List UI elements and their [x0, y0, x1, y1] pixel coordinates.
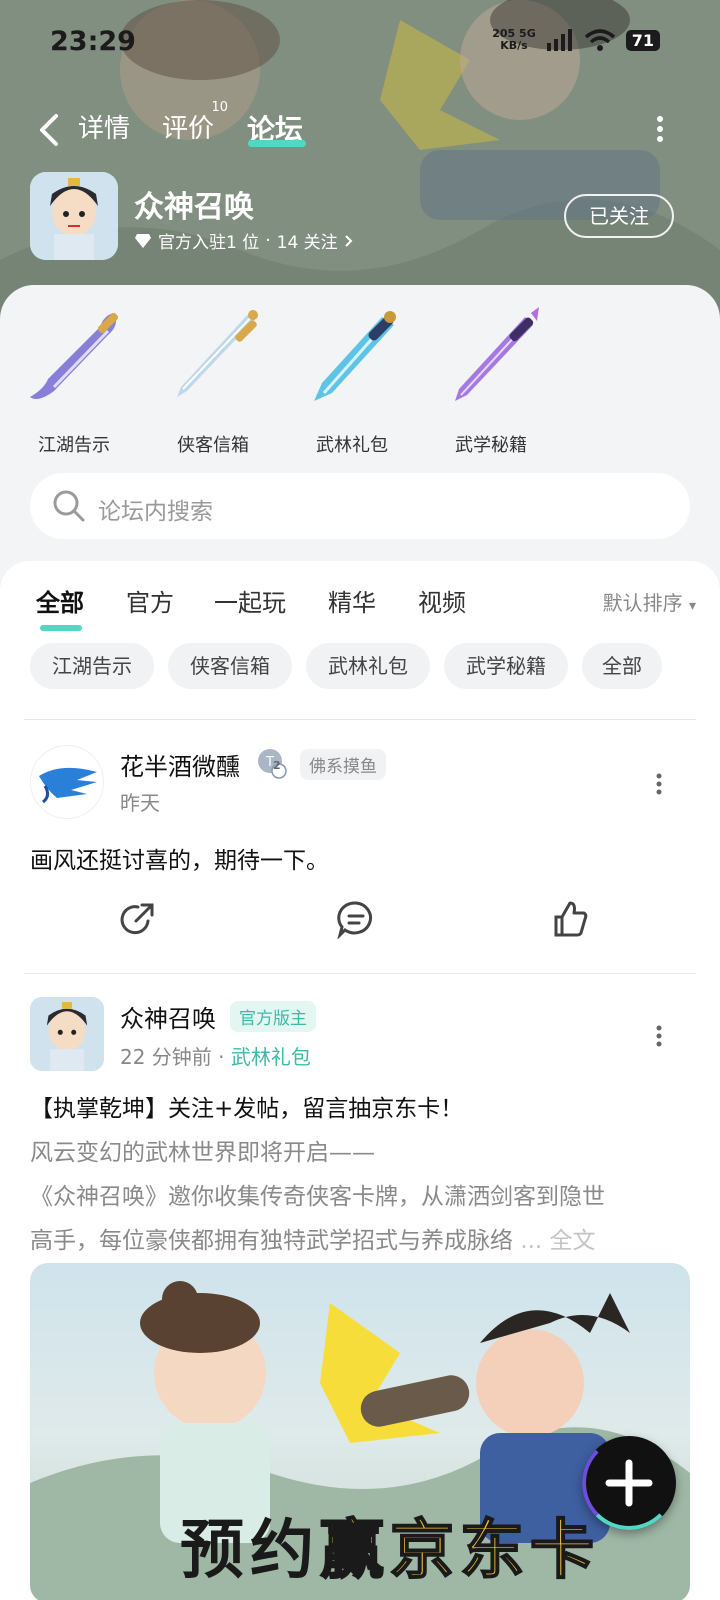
forum-search-bar[interactable]: 论坛内搜索	[30, 473, 690, 539]
net-speed-unit: KB/s	[500, 39, 528, 52]
signal-icon	[546, 29, 572, 51]
post-body-line: 《众神召唤》邀你收集传奇侠客卡牌，从潇洒剑客到隐世	[30, 1184, 605, 1210]
chip-wulin-gift[interactable]: 武林礼包	[306, 643, 430, 689]
category-xiake-mailbox[interactable]: 侠客信箱	[153, 305, 273, 456]
post-meta: 22 分钟前 · 武林礼包	[120, 1041, 311, 1070]
avatar[interactable]	[30, 745, 104, 819]
sword-purple-curved-icon	[30, 312, 119, 399]
post-topic-link[interactable]: 武林礼包	[231, 1045, 311, 1069]
category-wulin-gift[interactable]: 武林礼包	[292, 305, 412, 456]
follower-count: 14 关注	[276, 233, 338, 253]
feed-tab-play-together[interactable]: 一起玩	[214, 583, 286, 618]
chip-jianghu-notice[interactable]: 江湖告示	[30, 643, 154, 689]
level-number: 2	[273, 759, 281, 772]
sort-label: 默认排序	[602, 591, 683, 615]
post-more-icon[interactable]	[656, 1025, 662, 1047]
wifi-icon	[584, 29, 615, 51]
post-image-caption: 预约赢京东卡	[180, 1499, 600, 1591]
tab-details-label: 详情	[78, 114, 131, 144]
post-body-text: 高手，每位豪侠都拥有独特武学招式与养成脉络	[30, 1228, 513, 1254]
category-label: 江湖告示	[38, 435, 110, 456]
caption-part: 预约	[180, 1514, 320, 1588]
sword-ice-blue-icon	[314, 311, 396, 401]
chip-all[interactable]: 全部	[582, 643, 662, 689]
tab-reviews[interactable]: 评价 10	[162, 100, 228, 145]
feed-tab-video[interactable]: 视频	[418, 583, 466, 618]
read-more-link[interactable]: ... 全文	[520, 1228, 595, 1254]
feed-filter-tabs: 全部 官方 一起玩 精华 视频 默认排序 ▾	[36, 583, 696, 633]
game-name: 众神召唤	[134, 190, 254, 225]
like-icon[interactable]	[550, 899, 590, 939]
tab-reviews-label: 评价	[162, 114, 215, 144]
share-icon[interactable]	[118, 899, 158, 939]
category-jianghu-notice[interactable]: 江湖告示	[14, 305, 134, 456]
feed-tab-official[interactable]: 官方	[126, 583, 174, 618]
sort-dropdown[interactable]: 默认排序 ▾	[603, 587, 696, 616]
reviews-count-badge: 10	[211, 100, 229, 115]
back-arrow-icon[interactable]	[34, 110, 64, 150]
search-icon	[53, 490, 85, 522]
meta-separator: ·	[265, 230, 271, 251]
sword-violet-icon	[455, 307, 539, 401]
chevron-right-icon	[344, 234, 353, 247]
sword-silver-icon	[177, 310, 258, 397]
caption-highlight: 赢京东卡	[319, 1513, 600, 1589]
user-title-tag: 佛系摸鱼	[300, 749, 386, 780]
game-meta[interactable]: 官方入驻1 位 · 14 关注	[134, 228, 354, 253]
comment-icon[interactable]	[336, 899, 376, 939]
topic-chips: 江湖告示 侠客信箱 武林礼包 武学秘籍 全部	[30, 643, 710, 691]
game-avatar[interactable]	[30, 172, 118, 260]
post-title: 【执掌乾坤】关注+发帖，留言抽京东卡！	[30, 1096, 464, 1122]
plus-icon	[605, 1459, 653, 1507]
diamond-icon	[135, 233, 151, 248]
post-card[interactable]: 花半酒微醺 T 2 佛系摸鱼 昨天 画风还挺讨喜的，期待一下。	[0, 741, 720, 971]
post-image[interactable]: 预约赢京东卡	[30, 1263, 690, 1600]
post-body-line: 高手，每位豪侠都拥有独特武学招式与养成脉络 ... 全文	[30, 1219, 690, 1263]
feed-tab-indicator	[40, 625, 82, 631]
battery-indicator: 71	[625, 29, 660, 51]
status-bar: 23:29 205 5G KB/s 71	[0, 0, 720, 90]
level-badge-icon: T	[258, 749, 287, 779]
chip-xiake-mailbox[interactable]: 侠客信箱	[168, 643, 292, 689]
post-time: 22 分钟前	[120, 1045, 212, 1069]
forum-sheet: 江湖告示 侠客信箱 武林礼包 武学秘籍 论坛内搜索 全部 官方 一起玩 精华 视…	[0, 285, 720, 1600]
more-options-icon[interactable]	[656, 116, 664, 142]
tab-details[interactable]: 详情	[78, 108, 130, 145]
chip-wuxue-manual[interactable]: 武学秘籍	[444, 643, 568, 689]
create-post-button[interactable]	[582, 1436, 676, 1530]
post-more-icon[interactable]	[656, 773, 662, 795]
follow-button[interactable]: 已关注	[564, 194, 674, 238]
divider	[24, 719, 696, 720]
post-author-name[interactable]: 花半酒微醺	[120, 747, 240, 782]
post-time: 昨天	[120, 791, 160, 815]
meta-separator: ·	[218, 1045, 225, 1069]
feed-tab-all[interactable]: 全部	[36, 583, 84, 618]
post-author-name[interactable]: 众神召唤	[120, 999, 216, 1034]
post-body-line: 风云变幻的武林世界即将开启——	[30, 1140, 375, 1166]
caret-down-icon: ▾	[688, 598, 696, 614]
category-label: 武林礼包	[316, 435, 388, 456]
game-info: 众神召唤 官方入驻1 位 · 14 关注 已关注	[30, 172, 690, 262]
feed-tab-featured[interactable]: 精华	[328, 583, 376, 618]
post-actions	[0, 899, 720, 949]
category-label: 武学秘籍	[455, 435, 527, 456]
active-tab-indicator	[248, 140, 306, 147]
moderator-tag: 官方版主	[230, 1001, 316, 1032]
game-header: 23:29 205 5G KB/s 71 详情 评价 10 论坛 众神召唤 官方…	[0, 0, 720, 320]
divider	[24, 973, 696, 974]
status-icons: 205 5G KB/s 71	[492, 28, 660, 52]
category-shortcuts: 江湖告示 侠客信箱 武林礼包 武学秘籍	[0, 305, 720, 456]
top-nav: 详情 评价 10 论坛	[0, 100, 720, 160]
status-time: 23:29	[50, 26, 136, 57]
net-speed: 205 5G KB/s	[492, 28, 536, 52]
category-wuxue-manual[interactable]: 武学秘籍	[431, 305, 551, 456]
avatar[interactable]	[30, 997, 104, 1071]
post-body: 风云变幻的武林世界即将开启—— 《众神召唤》邀你收集传奇侠客卡牌，从潇洒剑客到隐…	[30, 1131, 690, 1263]
search-placeholder: 论坛内搜索	[98, 499, 213, 525]
official-count: 官方入驻1 位	[158, 233, 260, 253]
post-content: 画风还挺讨喜的，期待一下。	[30, 848, 329, 874]
category-label: 侠客信箱	[177, 435, 249, 456]
